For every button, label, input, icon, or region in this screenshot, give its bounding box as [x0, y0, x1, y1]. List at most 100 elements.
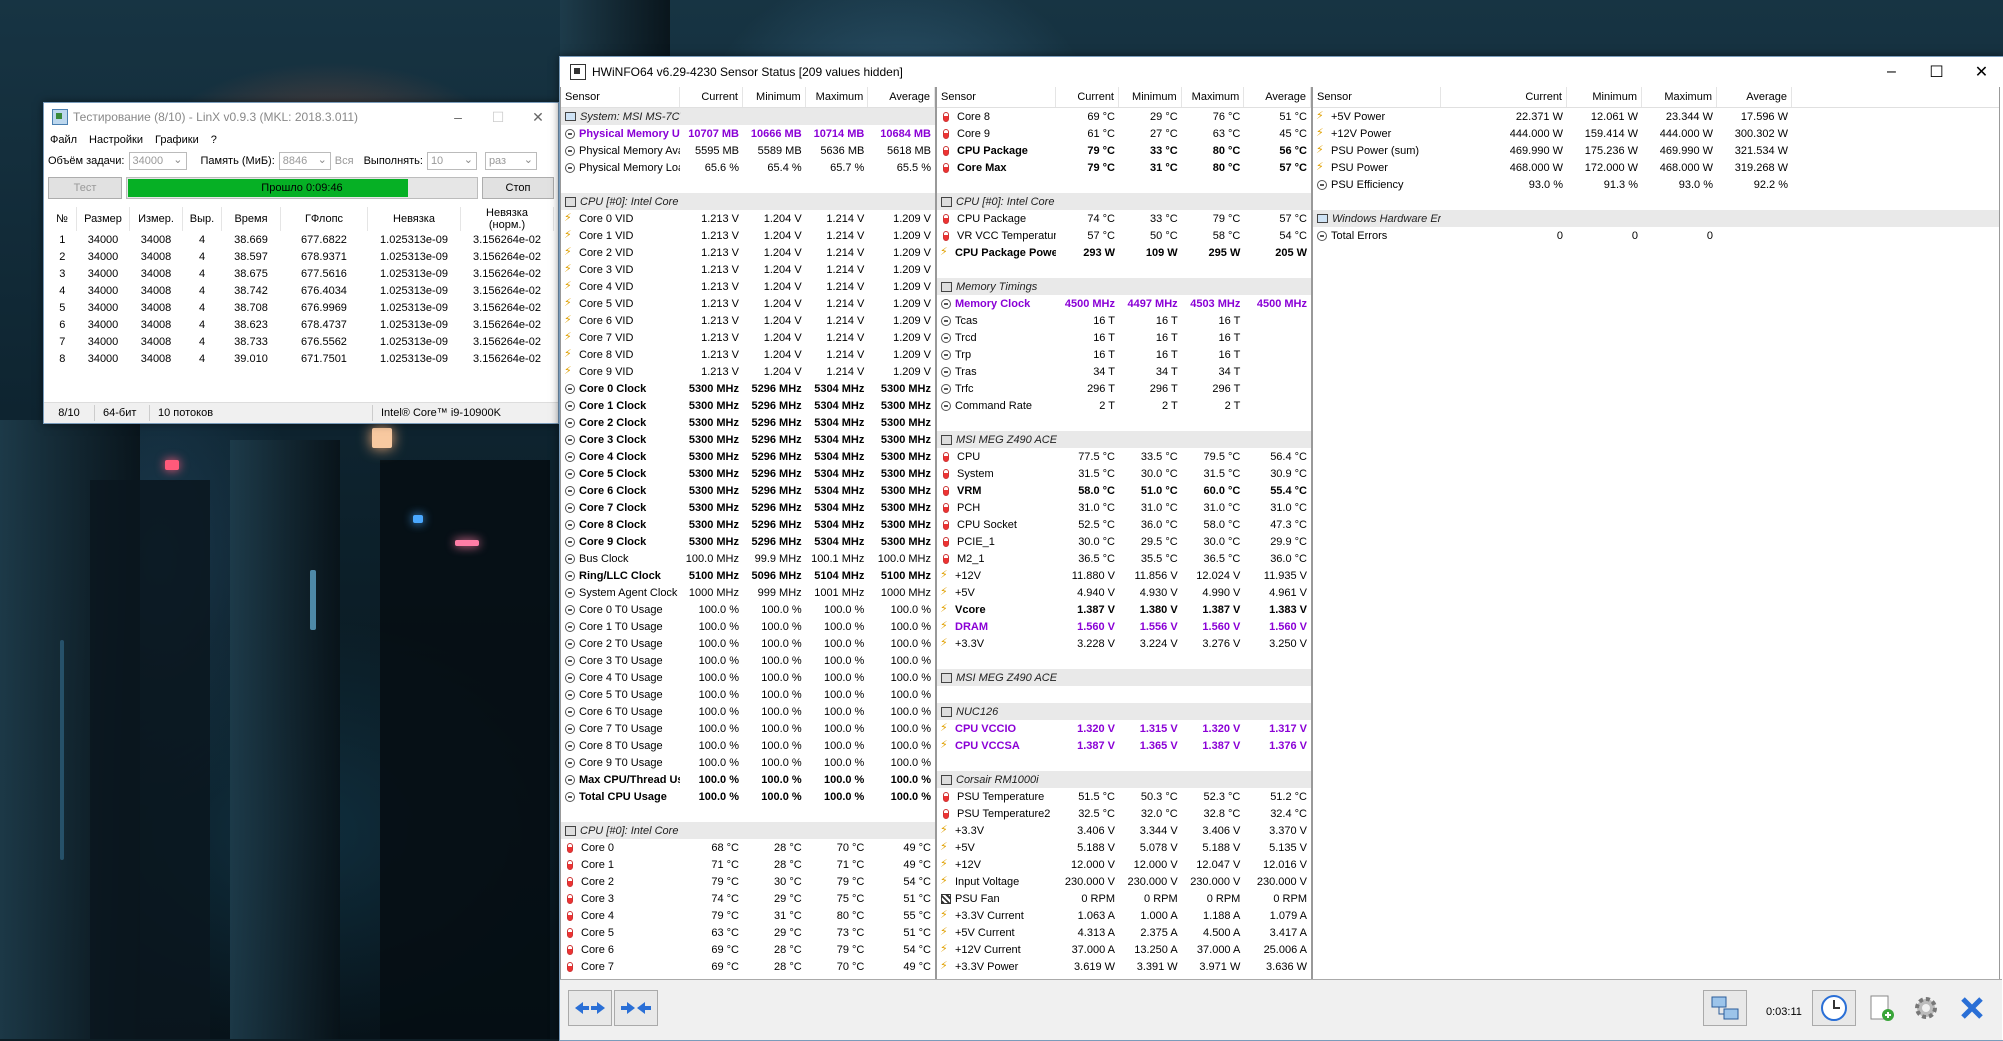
menu-settings[interactable]: Настройки — [89, 134, 143, 146]
table-row[interactable]: 6 34000 34008 4 38.623 678.4737 1.025313e-09 3.… — [48, 316, 554, 333]
stop-button[interactable]: Стоп — [482, 177, 554, 199]
sensor-row[interactable]: Core 2 79 °C 30 °C 79 °C 54 °C — [561, 873, 935, 890]
menu-graphs[interactable]: Графики — [155, 134, 199, 146]
sensor-row[interactable]: +5V 5.188 V 5.078 V 5.188 V 5.135 V — [937, 839, 1311, 856]
table-row[interactable]: 3 34000 34008 4 38.675 677.5616 1.025313e-09 3.… — [48, 265, 554, 282]
sensor-row[interactable]: CPU Package 79 °C 33 °C 80 °C 56 °C — [937, 142, 1311, 159]
sensor-group-header[interactable]: CPU [#0]: Intel Core i9-... — [561, 193, 935, 210]
hwinfo-title-bar[interactable]: HWiNFO64 v6.29-4230 Sensor Status [209 v… — [560, 57, 2003, 87]
sensor-row[interactable]: +5V Current 4.313 A 2.375 A 4.500 A 3.417 A — [937, 924, 1311, 941]
sensor-row[interactable]: Input Voltage 230.000 V 230.000 V 230.000 V… — [937, 873, 1311, 890]
sensor-row[interactable]: Core 9 T0 Usage 100.0 % 100.0 % 100.0 % 100.… — [561, 754, 935, 771]
sensor-row[interactable]: Core 5 VID 1.213 V 1.204 V 1.214 V 1.209 V — [561, 295, 935, 312]
table-row[interactable]: 2 34000 34008 4 38.597 678.9371 1.025313e-09 3.… — [48, 248, 554, 265]
sensor-row[interactable]: Core 6 69 °C 28 °C 79 °C 54 °C — [561, 941, 935, 958]
sensor-row[interactable]: Core 9 61 °C 27 °C 63 °C 45 °C — [937, 125, 1311, 142]
sensor-row[interactable]: PCIE_1 30.0 °C 29.5 °C 30.0 °C 29.9 °C — [937, 533, 1311, 550]
log-file-button[interactable] — [1858, 990, 1902, 1026]
table-row[interactable]: 8 34000 34008 4 39.010 671.7501 1.025313e-09 3.… — [48, 350, 554, 367]
run-unit-select[interactable]: раз — [484, 152, 537, 170]
sensor-row[interactable]: CPU VCCIO 1.320 V 1.315 V 1.320 V 1.317 V — [937, 720, 1311, 737]
sensor-row[interactable]: Command Rate 2 T 2 T 2 T — [937, 397, 1311, 414]
column-header-maximum[interactable]: Maximum — [806, 87, 869, 107]
col-header[interactable]: Измер. — [129, 207, 183, 231]
table-row[interactable]: 1 34000 34008 4 38.669 677.6822 1.025313e-09 3.… — [48, 231, 554, 248]
sensor-row[interactable]: Core 4 79 °C 31 °C 80 °C 55 °C — [561, 907, 935, 924]
sensor-row[interactable]: Core 4 VID 1.213 V 1.204 V 1.214 V 1.209 V — [561, 278, 935, 295]
sensor-row[interactable]: Core 6 Clock 5300 MHz 5296 MHz 5304 MHz 5300… — [561, 482, 935, 499]
sensor-group-header[interactable]: CPU [#0]: Intel Core i9-... — [561, 822, 935, 839]
sensor-row[interactable]: Trp 16 T 16 T 16 T — [937, 346, 1311, 363]
close-button[interactable]: ✕ — [1959, 62, 2003, 82]
column-header-current[interactable]: Current — [1441, 87, 1567, 107]
column-header-average[interactable]: Average — [1244, 87, 1311, 107]
run-count-select[interactable]: 10 — [426, 152, 477, 170]
sensor-row[interactable]: CPU VCCSA 1.387 V 1.365 V 1.387 V 1.376 V — [937, 737, 1311, 754]
column-header-minimum[interactable]: Minimum — [743, 87, 806, 107]
table-row[interactable]: 4 34000 34008 4 38.742 676.4034 1.025313e-09 3.… — [48, 282, 554, 299]
sensor-group-header[interactable]: MSI MEG Z490 ACE (MS-... — [937, 669, 1311, 686]
sensor-row[interactable]: Tcas 16 T 16 T 16 T — [937, 312, 1311, 329]
sensor-row[interactable]: Core 7 T0 Usage 100.0 % 100.0 % 100.0 % 100.… — [561, 720, 935, 737]
sensor-row[interactable]: +12V 12.000 V 12.000 V 12.047 V 12.016 V — [937, 856, 1311, 873]
sensor-row[interactable]: Core 6 VID 1.213 V 1.204 V 1.214 V 1.209 V — [561, 312, 935, 329]
sensor-row[interactable]: VR VCC Temperature (S... 57 °C 50 °C 58 °C 5… — [937, 227, 1311, 244]
sensor-row[interactable]: M2_1 36.5 °C 35.5 °C 36.5 °C 36.0 °C — [937, 550, 1311, 567]
sensor-row[interactable]: Core 3 Clock 5300 MHz 5296 MHz 5304 MHz 5300… — [561, 431, 935, 448]
sensor-row[interactable]: System Agent Clock 1000 MHz 999 MHz 1001 MH… — [561, 584, 935, 601]
sensor-row[interactable]: CPU Package 74 °C 33 °C 79 °C 57 °C — [937, 210, 1311, 227]
settings-button[interactable] — [1904, 990, 1948, 1026]
sensor-row[interactable]: +3.3V 3.228 V 3.224 V 3.276 V 3.250 V — [937, 635, 1311, 652]
sensor-row[interactable]: System 31.5 °C 30.0 °C 31.5 °C 30.9 °C — [937, 465, 1311, 482]
col-header[interactable]: Невязка — [367, 207, 461, 231]
sensor-row[interactable]: Physical Memory Used 10707 MB 10666 MB 1071… — [561, 125, 935, 142]
sensor-row[interactable]: Core 3 T0 Usage 100.0 % 100.0 % 100.0 % 100.… — [561, 652, 935, 669]
sensor-row[interactable]: Core 8 VID 1.213 V 1.204 V 1.214 V 1.209 V — [561, 346, 935, 363]
col-header[interactable]: Размер — [76, 207, 130, 231]
sensor-row[interactable]: Core 0 68 °C 28 °C 70 °C 49 °C — [561, 839, 935, 856]
sensor-row[interactable]: Core 6 T0 Usage 100.0 % 100.0 % 100.0 % 100.… — [561, 703, 935, 720]
sensor-row[interactable]: +12V Power 444.000 W 159.414 W 444.000 W 300… — [1313, 125, 1999, 142]
sensor-panel-1[interactable]: Sensor Current Minimum Maximum Average System… — [560, 87, 936, 979]
sensor-group-header[interactable]: Memory Timings — [937, 278, 1311, 295]
sensor-row[interactable]: PSU Fan 0 RPM 0 RPM 0 RPM 0 RPM — [937, 890, 1311, 907]
sensor-row[interactable]: Core 1 Clock 5300 MHz 5296 MHz 5304 MHz 5300… — [561, 397, 935, 414]
column-header-sensor[interactable]: Sensor — [1313, 87, 1441, 107]
sensor-row[interactable]: Core 4 Clock 5300 MHz 5296 MHz 5304 MHz 5300… — [561, 448, 935, 465]
sensor-row[interactable]: Core 2 T0 Usage 100.0 % 100.0 % 100.0 % 100.… — [561, 635, 935, 652]
sensor-row[interactable]: PSU Temperature2 32.5 °C 32.0 °C 32.8 °C 32.… — [937, 805, 1311, 822]
minimize-button[interactable]: – — [438, 109, 478, 125]
sensor-row[interactable]: Max CPU/Thread Usa... 100.0 % 100.0 % 100.0… — [561, 771, 935, 788]
column-header-current[interactable]: Current — [1056, 87, 1119, 107]
sensor-group-header[interactable]: CPU [#0]: Intel Core i9-... — [937, 193, 1311, 210]
menu-help[interactable]: ? — [211, 134, 217, 146]
sensor-row[interactable]: Core 0 VID 1.213 V 1.204 V 1.214 V 1.209 V — [561, 210, 935, 227]
sensor-row[interactable]: PSU Power 468.000 W 172.000 W 468.000 W 319.… — [1313, 159, 1999, 176]
sensor-row[interactable]: CPU Package Power 293 W 109 W 295 W 205 W — [937, 244, 1311, 261]
close-sensors-button[interactable] — [1950, 990, 1994, 1026]
sensor-group-header[interactable]: Windows Hardware Erro... — [1313, 210, 1999, 227]
minimize-button[interactable]: – — [1869, 63, 1914, 81]
sensor-row[interactable]: DRAM 1.560 V 1.556 V 1.560 V 1.560 V — [937, 618, 1311, 635]
col-header[interactable]: № — [48, 207, 77, 231]
sensor-row[interactable]: Physical Memory Load 65.6 % 65.4 % 65.7 % 65… — [561, 159, 935, 176]
column-header-current[interactable]: Current — [680, 87, 743, 107]
sensor-row[interactable]: Core 8 69 °C 29 °C 76 °C 51 °C — [937, 108, 1311, 125]
sensor-row[interactable]: Core 3 VID 1.213 V 1.204 V 1.214 V 1.209 V — [561, 261, 935, 278]
sensor-panel-2[interactable]: Sensor Current Minimum Maximum Average Core 8… — [936, 87, 1312, 979]
sensor-row[interactable]: Core 0 T0 Usage 100.0 % 100.0 % 100.0 % 100.… — [561, 601, 935, 618]
sensor-row[interactable]: Core 7 VID 1.213 V 1.204 V 1.214 V 1.209 V — [561, 329, 935, 346]
reset-timer-button[interactable] — [1812, 990, 1856, 1026]
all-memory-label[interactable]: Вся — [335, 155, 354, 167]
column-header-sensor[interactable]: Sensor — [561, 87, 681, 107]
sensor-row[interactable]: Core 2 Clock 5300 MHz 5296 MHz 5304 MHz 5300… — [561, 414, 935, 431]
sensor-row[interactable]: Core 2 VID 1.213 V 1.204 V 1.214 V 1.209 V — [561, 244, 935, 261]
sensor-row[interactable]: Core Max 79 °C 31 °C 80 °C 57 °C — [937, 159, 1311, 176]
sensor-row[interactable]: PSU Power (sum) 469.990 W 175.236 W 469.990… — [1313, 142, 1999, 159]
sensor-row[interactable]: +3.3V Power 3.619 W 3.391 W 3.971 W 3.636 W — [937, 958, 1311, 975]
sensor-panel-3[interactable]: SensorCurrentMinimumMaximumAverage+5V Po… — [1312, 87, 2000, 979]
sensor-row[interactable]: +5V 4.940 V 4.930 V 4.990 V 4.961 V — [937, 584, 1311, 601]
sensor-row[interactable]: Total CPU Usage 100.0 % 100.0 % 100.0 % 100.… — [561, 788, 935, 805]
sensor-row[interactable]: +5V Power 22.371 W 12.061 W 23.344 W 17.596 … — [1313, 108, 1999, 125]
sensor-row[interactable]: +3.3V Current 1.063 A 1.000 A 1.188 A 1.079 … — [937, 907, 1311, 924]
